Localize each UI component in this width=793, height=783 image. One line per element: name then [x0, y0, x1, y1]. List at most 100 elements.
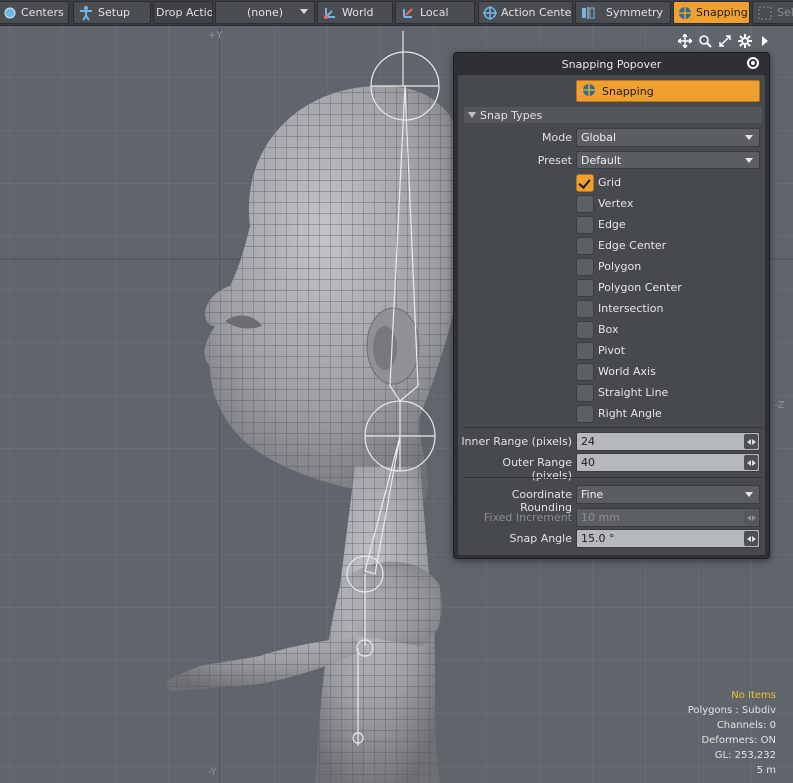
centers-button[interactable]: Centers 7	[0, 1, 69, 24]
action-center-button[interactable]: Action Center	[478, 1, 573, 24]
snap-box-checkbox[interactable]	[576, 321, 594, 339]
mode-dropdown[interactable]: Global	[576, 128, 760, 147]
centers-icon	[3, 5, 17, 21]
snap-intersection-label: Intersection	[598, 302, 664, 315]
snap-angle-input[interactable]: 15.0 °	[576, 529, 760, 548]
stepper-arrows-icon[interactable]	[744, 455, 758, 470]
mode-value: Global	[581, 131, 617, 144]
snap-straight-line-label: Straight Line	[598, 386, 669, 399]
chevron-down-icon	[745, 135, 753, 140]
snap-types-section-header[interactable]: Snap Types	[464, 107, 762, 123]
select-label: Sele	[777, 6, 793, 19]
axis-label-bottom: -Y	[208, 767, 217, 778]
snapping-icon	[678, 5, 692, 21]
snap-polygon-checkbox[interactable]	[576, 258, 594, 276]
outer-range-value: 40	[581, 456, 595, 469]
move-view-icon[interactable]	[677, 34, 693, 48]
maximize-icon[interactable]	[717, 34, 733, 48]
selection-icon	[757, 5, 773, 21]
collapse-triangle-icon	[468, 112, 476, 118]
world-button[interactable]: World	[317, 1, 393, 24]
top-toolbar: Centers 7 Setup Drop Action (none) World…	[0, 0, 793, 26]
stepper-arrows-icon[interactable]	[744, 531, 758, 546]
stats-distance: 5 m	[756, 765, 776, 776]
drop-action-dropdown[interactable]: (none)	[215, 1, 315, 24]
snapping-toggle-button[interactable]: Snapping	[576, 80, 760, 102]
snap-world-axis-checkbox[interactable]	[576, 363, 594, 381]
stats-deformers: Deformers: ON	[701, 735, 776, 746]
world-axis-icon	[322, 5, 338, 21]
preset-label: Preset	[537, 154, 572, 167]
chevron-down-icon	[745, 492, 753, 497]
snapping-toolbar-button[interactable]: Snapping	[673, 1, 750, 24]
snap-intersection-checkbox[interactable]	[576, 300, 594, 318]
snapping-toolbar-label: Snapping	[696, 6, 748, 19]
separator	[464, 427, 762, 428]
snap-grid-label: Grid	[598, 176, 622, 189]
snap-polygon-center-checkbox[interactable]	[576, 279, 594, 297]
stats-gl: GL: 253,232	[714, 750, 776, 761]
chevron-down-icon	[300, 9, 308, 14]
viewport-controls	[677, 34, 773, 48]
snapping-toggle-label: Snapping	[602, 84, 654, 98]
fixed-increment-input[interactable]: 10 mm	[576, 508, 760, 527]
inner-range-value: 24	[581, 435, 595, 448]
inner-range-input[interactable]: 24	[576, 432, 760, 451]
preset-value: Default	[581, 153, 622, 167]
chevron-down-icon	[745, 158, 753, 163]
symmetry-button[interactable]: Symmetry	[575, 1, 671, 24]
fixed-increment-value: 10 mm	[581, 511, 620, 524]
popover-body: Snapping Snap Types Mode Global Preset D…	[458, 75, 765, 555]
select-button[interactable]: Sele	[752, 1, 793, 24]
snap-straight-line-checkbox[interactable]	[576, 384, 594, 402]
snap-pivot-checkbox[interactable]	[576, 342, 594, 360]
snap-right-angle-checkbox[interactable]	[576, 405, 594, 423]
local-button[interactable]: Local	[395, 1, 475, 24]
snapping-icon	[582, 83, 596, 100]
snap-edge-label: Edge	[598, 218, 626, 231]
inner-range-label: Inner Range (pixels)	[461, 435, 572, 448]
preset-dropdown[interactable]: Default	[576, 151, 760, 169]
snap-angle-label: Snap Angle	[509, 532, 572, 545]
snap-edge-center-checkbox[interactable]	[576, 237, 594, 255]
snap-edge-checkbox[interactable]	[576, 216, 594, 234]
snap-angle-value: 15.0 °	[581, 532, 615, 545]
outer-range-label: Outer Range (pixels)	[502, 456, 572, 482]
fixed-increment-label: Fixed Increment	[483, 511, 572, 524]
setup-button[interactable]: Setup	[73, 1, 151, 24]
axis-label-right: -Z	[774, 400, 785, 411]
stats-selection: No Items	[731, 690, 776, 701]
snap-pivot-label: Pivot	[598, 344, 626, 357]
coordinate-rounding-dropdown[interactable]: Fine	[576, 485, 760, 504]
world-label: World	[342, 6, 374, 19]
separator	[464, 477, 762, 478]
drop-action-value: (none)	[246, 6, 284, 19]
snap-types-title: Snap Types	[480, 108, 543, 122]
snap-grid-checkbox[interactable]	[576, 174, 594, 192]
figure-icon	[78, 5, 94, 21]
snapping-popover: Snapping Popover Snapping Snap Types Mod…	[453, 52, 770, 559]
stepper-arrows-icon[interactable]	[744, 434, 758, 449]
gear-icon[interactable]	[737, 34, 753, 48]
popover-title: Snapping Popover	[561, 57, 662, 71]
action-center-label: Action Center	[501, 6, 573, 19]
crosshair-icon	[483, 5, 497, 21]
popover-header: Snapping Popover	[454, 53, 769, 75]
expand-arrow-icon[interactable]	[757, 34, 773, 48]
snap-edge-center-label: Edge Center	[598, 239, 667, 252]
stats-channels: Channels: 0	[716, 720, 776, 731]
snap-polygon-center-label: Polygon Center	[598, 281, 682, 294]
pin-icon[interactable]	[747, 57, 759, 69]
coordinate-rounding-value: Fine	[581, 488, 604, 501]
snap-box-label: Box	[598, 323, 619, 336]
local-label: Local	[420, 6, 449, 19]
snap-vertex-checkbox[interactable]	[576, 195, 594, 213]
snap-world-axis-label: World Axis	[598, 365, 656, 378]
stats-polygons: Polygons : Subdiv	[687, 705, 776, 716]
outer-range-input[interactable]: 40	[576, 453, 760, 472]
zoom-icon[interactable]	[697, 34, 713, 48]
local-axis-icon	[400, 5, 416, 21]
setup-label: Setup	[98, 6, 131, 19]
stepper-arrows-icon	[744, 510, 758, 525]
centers-label: Centers	[21, 6, 64, 19]
